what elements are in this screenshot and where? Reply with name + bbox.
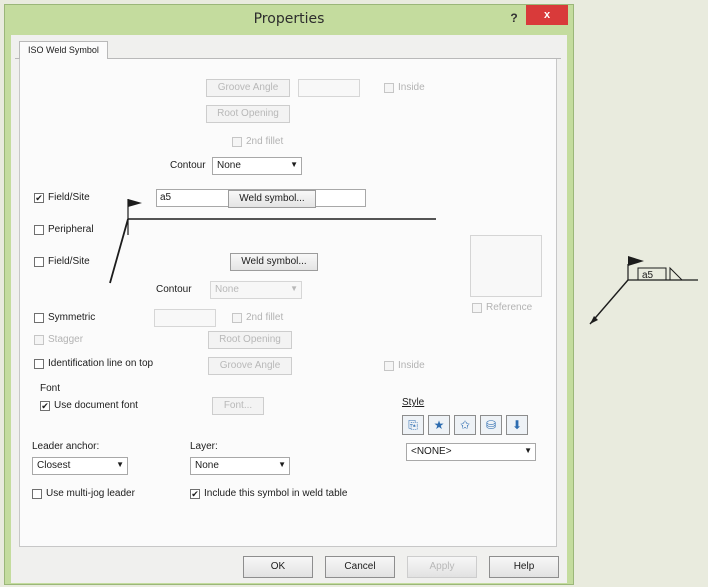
inside-checkbox-bottom[interactable] <box>384 361 394 371</box>
root-opening-button[interactable]: Root Opening <box>206 105 290 123</box>
multi-jog-label: Use multi-jog leader <box>46 488 135 499</box>
peripheral-label: Peripheral <box>48 224 94 235</box>
groove-angle-button[interactable]: Groove Angle <box>206 79 290 97</box>
reference-preview <box>470 235 542 297</box>
layer-value: None <box>195 460 219 471</box>
tab-strip: ISO Weld Symbol <box>15 39 561 60</box>
help-bottom-button[interactable]: Help <box>489 556 559 578</box>
title-bar: Properties ? x <box>5 5 573 35</box>
include-weld-table-label: Include this symbol in weld table <box>204 488 348 499</box>
ok-button[interactable]: OK <box>243 556 313 578</box>
preview-field-weld-flag <box>628 256 644 266</box>
symmetric-label: Symmetric <box>48 312 96 323</box>
properties-dialog: Properties ? x ISO Weld Symbol Groove An… <box>4 4 574 585</box>
contour-select-top-value: None <box>217 160 241 171</box>
field-site-label-arrow: Field/Site <box>48 192 90 203</box>
style-toolbar: ⎘ ★ ✩ ⛁ ⬇ <box>402 415 532 437</box>
stagger-label: Stagger <box>48 334 84 345</box>
second-fillet-label-bottom: 2nd fillet <box>246 312 284 323</box>
style-add-icon[interactable]: ⎘ <box>402 415 424 435</box>
field-site-checkbox-arrow[interactable]: ✔ <box>34 193 44 203</box>
multi-jog-checkbox[interactable] <box>32 489 42 499</box>
second-fillet-checkbox-bottom[interactable] <box>232 313 242 323</box>
font-button[interactable]: Font... <box>212 397 264 415</box>
chevron-down-icon: ▼ <box>116 460 124 469</box>
contour-select-top[interactable]: None ▼ <box>212 157 302 175</box>
use-document-font-checkbox[interactable]: ✔ <box>40 401 50 411</box>
weld-symbol-panel: Groove Angle Inside Root Opening 2nd fil… <box>19 59 557 547</box>
chevron-down-icon: ▼ <box>524 446 532 455</box>
reference-label: Reference <box>486 302 533 313</box>
chevron-down-icon: ▼ <box>278 460 286 469</box>
stagger-checkbox[interactable] <box>34 335 44 345</box>
identification-line-label: Identification line on top <box>48 358 154 369</box>
arrow-line <box>109 218 129 284</box>
groove-angle-button-bottom[interactable]: Groove Angle <box>208 357 292 375</box>
use-document-font-label: Use document font <box>54 400 138 411</box>
leader-anchor-value: Closest <box>37 460 71 471</box>
contour-select-bottom-value: None <box>215 284 239 295</box>
weld-symbol-preview: a5 <box>589 256 698 325</box>
style-select-value: <NONE> <box>411 446 452 457</box>
layer-select[interactable]: None ▼ <box>190 457 290 475</box>
weld-symbol-button-other[interactable]: Weld symbol... <box>230 253 318 271</box>
identification-line-checkbox[interactable] <box>34 359 44 369</box>
close-button[interactable]: x <box>526 5 568 25</box>
preview-arrow-head <box>590 316 598 324</box>
style-save-icon[interactable]: ⛁ <box>480 415 502 435</box>
inside-label-top: Inside <box>398 82 425 93</box>
dialog-client: ISO Weld Symbol Groove Angle Inside Root… <box>11 35 567 583</box>
field-site-label-other: Field/Site <box>48 256 90 267</box>
style-select[interactable]: <NONE> ▼ <box>406 443 536 461</box>
style-load-icon[interactable]: ⬇ <box>506 415 528 435</box>
second-fillet-checkbox-top[interactable] <box>232 137 242 147</box>
leader-anchor-label: Leader anchor: <box>32 441 100 452</box>
chevron-down-icon: ▼ <box>290 284 298 293</box>
font-heading: Font <box>40 383 61 394</box>
field-weld-flag <box>128 199 142 207</box>
layer-label: Layer: <box>190 441 218 452</box>
leader-anchor-select[interactable]: Closest ▼ <box>32 457 128 475</box>
preview-fillet-symbol <box>669 266 683 281</box>
contour-label-bottom: Contour <box>156 284 192 295</box>
apply-button[interactable]: Apply <box>407 556 477 578</box>
symmetric-checkbox[interactable] <box>34 313 44 323</box>
field-site-checkbox-other[interactable] <box>34 257 44 267</box>
dialog-title: Properties <box>253 11 325 27</box>
inside-label-bottom: Inside <box>398 360 425 371</box>
cancel-button[interactable]: Cancel <box>325 556 395 578</box>
contour-select-bottom[interactable]: None ▼ <box>210 281 302 299</box>
style-star-icon[interactable]: ★ <box>428 415 450 435</box>
include-weld-table-checkbox[interactable]: ✔ <box>190 489 200 499</box>
preview-size-text: a5 <box>642 270 654 281</box>
peripheral-checkbox[interactable] <box>34 225 44 235</box>
contour-label-top: Contour <box>170 160 206 171</box>
tab-iso-weld-symbol[interactable]: ISO Weld Symbol <box>19 41 108 60</box>
other-size-field[interactable] <box>154 309 216 327</box>
reference-checkbox[interactable] <box>472 303 482 313</box>
root-opening-button-bottom[interactable]: Root Opening <box>208 331 292 349</box>
chevron-down-icon: ▼ <box>290 160 298 169</box>
help-button[interactable]: ? <box>505 9 523 27</box>
style-label: Style <box>402 397 425 408</box>
style-star-remove-icon[interactable]: ✩ <box>454 415 476 435</box>
second-fillet-label-top: 2nd fillet <box>246 136 284 147</box>
groove-angle-field[interactable] <box>298 79 360 97</box>
preview-arrow-line <box>589 279 629 325</box>
inside-checkbox-top[interactable] <box>384 83 394 93</box>
